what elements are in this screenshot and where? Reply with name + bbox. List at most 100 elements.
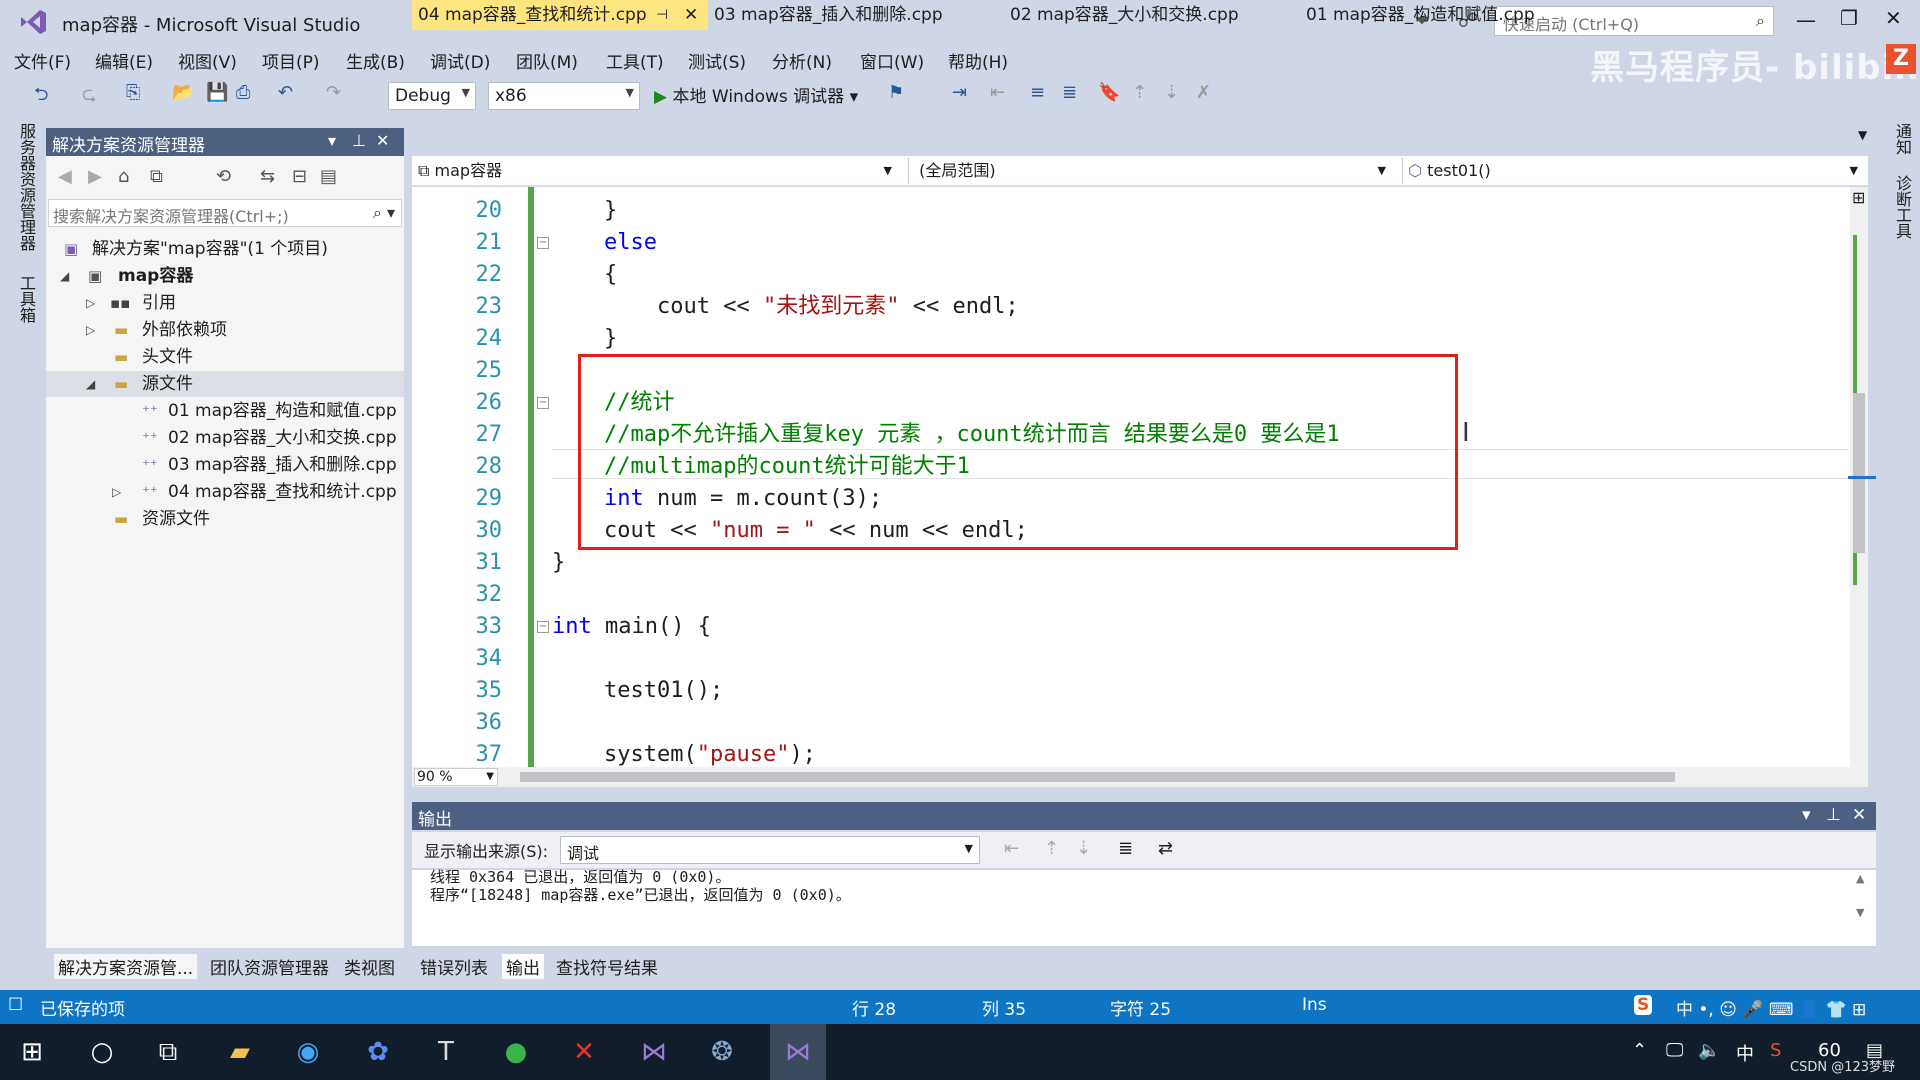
tab-find-symbol[interactable]: 查找符号结果	[556, 954, 658, 979]
home-icon[interactable]: ⌂	[118, 166, 129, 187]
pin-icon[interactable]: ⊣	[656, 0, 668, 30]
tab-team-explorer[interactable]: 团队资源管理器	[210, 954, 329, 979]
tree-item-file[interactable]: ⁺⁺ 01 map容器_构造和赋值.cpp	[46, 398, 404, 424]
solution-search-input[interactable]: 搜索解决方案资源管理器(Ctrl+;) ⌕ ▾	[48, 199, 402, 227]
menu-help[interactable]: 帮助(H)	[948, 48, 1008, 73]
toolbox-tab[interactable]: 工具箱	[14, 275, 38, 323]
close-icon[interactable]: ✕	[684, 0, 698, 30]
clear-all-icon[interactable]: ≣	[1118, 838, 1133, 859]
prev-bookmark-icon[interactable]: ⇡	[1132, 82, 1147, 103]
uncomment-icon[interactable]: ≣	[1062, 82, 1077, 103]
open-file-icon[interactable]: 📂	[172, 82, 194, 103]
close-button[interactable]: ✕	[1885, 6, 1902, 30]
menu-tools[interactable]: 工具(T)	[606, 48, 664, 73]
member-nav-dropdown[interactable]: ⬡ test01() ▼	[1402, 158, 1864, 184]
minimize-button[interactable]: —	[1796, 8, 1816, 32]
menu-analyze[interactable]: 分析(N)	[772, 48, 832, 73]
bookmark-icon[interactable]: 🔖	[1098, 82, 1120, 103]
notifications-tab[interactable]: 通知	[1890, 123, 1914, 155]
switch-views-icon[interactable]: ⧉	[150, 166, 163, 187]
collapse-all-icon[interactable]: ⊟	[292, 166, 307, 187]
tree-item-solution[interactable]: ▣ 解决方案"map容器"(1 个项目)	[46, 236, 404, 262]
save-all-icon[interactable]: ⎙	[236, 82, 250, 103]
menu-team[interactable]: 团队(M)	[516, 48, 578, 73]
fold-toggle-icon[interactable]: −	[537, 621, 549, 633]
start-debugging-button[interactable]: ▶ 本地 Windows 调试器 ▾	[654, 82, 858, 107]
project-nav-dropdown[interactable]: ⧉ map容器 ▼	[418, 158, 898, 184]
collapsed-icon[interactable]: ▷	[86, 290, 95, 316]
app-icon[interactable]: ✿	[360, 1034, 396, 1070]
word-wrap-icon[interactable]: ⇄	[1158, 838, 1173, 859]
scroll-down-icon[interactable]: ▼	[1856, 906, 1864, 919]
ime-mode[interactable]: 中	[1736, 1040, 1754, 1066]
config-dropdown[interactable]: Debug ▼	[388, 82, 476, 110]
close-icon[interactable]: ✕	[1852, 805, 1866, 825]
forward-icon[interactable]: ⮎	[82, 82, 96, 112]
vertical-scroll-thumb[interactable]	[1853, 393, 1865, 553]
visual-studio-icon[interactable]: ⋈	[636, 1034, 672, 1070]
split-icon[interactable]: ⊞	[1852, 188, 1865, 207]
tree-item-file[interactable]: ⁺⁺ 02 map容器_大小和交换.cpp	[46, 425, 404, 451]
search-icon[interactable]: ○	[84, 1034, 120, 1070]
back-icon[interactable]: ◀	[58, 166, 72, 187]
next-bookmark-icon[interactable]: ⇣	[1164, 82, 1179, 103]
dropdown-icon[interactable]: ▾	[1802, 805, 1811, 825]
pin-icon[interactable]: ⊥	[352, 131, 366, 150]
menu-window[interactable]: 窗口(W)	[860, 48, 924, 73]
expanded-icon[interactable]: ◢	[86, 371, 95, 397]
collapsed-icon[interactable]: ▷	[86, 317, 95, 343]
horizontal-scroll-thumb[interactable]	[520, 772, 1675, 782]
step-over-icon[interactable]: ⇤	[990, 82, 1005, 103]
tree-item-project[interactable]: ◢ ▣ map容器	[46, 263, 404, 289]
menu-edit[interactable]: 编辑(E)	[95, 48, 153, 73]
tree-item-sources[interactable]: ◢ ▬ 源文件	[46, 371, 404, 397]
zoom-dropdown[interactable]: 90 % ▼	[414, 768, 498, 786]
tab-file[interactable]: 03 map容器_插入和删除.cpp	[708, 0, 949, 30]
volume-icon[interactable]: 🔈	[1698, 1040, 1720, 1061]
tree-item-file[interactable]: ▷ ⁺⁺ 04 map容器_查找和统计.cpp	[46, 479, 404, 505]
network-icon[interactable]: 🖵	[1666, 1040, 1683, 1061]
tree-item-file[interactable]: ⁺⁺ 03 map容器_插入和删除.cpp	[46, 452, 404, 478]
sync-icon[interactable]: ⇆	[260, 166, 275, 187]
platform-dropdown[interactable]: x86 ▼	[488, 82, 640, 110]
sogou-ime-icon[interactable]: S	[1634, 995, 1653, 1015]
file-explorer-icon[interactable]: ▰	[222, 1034, 258, 1070]
expanded-icon[interactable]: ◢	[60, 263, 69, 289]
tab-class-view[interactable]: 类视图	[344, 954, 395, 979]
tree-item-external[interactable]: ▷ ▬ 外部依赖项	[46, 317, 404, 343]
menu-build[interactable]: 生成(B)	[346, 48, 405, 73]
scroll-up-icon[interactable]: ▲	[1856, 872, 1864, 885]
redo-icon[interactable]: ↷	[326, 82, 341, 103]
dropdown-icon[interactable]: ▾	[328, 131, 336, 150]
tab-overflow-icon[interactable]: ▼	[1858, 128, 1867, 142]
pin-icon[interactable]: ⊥	[1826, 805, 1841, 825]
visual-studio-active-icon[interactable]: ⋈	[780, 1034, 816, 1070]
fold-toggle-icon[interactable]: −	[537, 237, 549, 249]
tab-output[interactable]: 输出	[502, 954, 544, 979]
edge-browser-icon[interactable]: ◉	[290, 1034, 326, 1070]
fold-toggle-icon[interactable]: −	[537, 397, 549, 409]
prev-message-icon[interactable]: ⇡	[1044, 838, 1059, 859]
tree-item-resources[interactable]: ▬ 资源文件	[46, 506, 404, 532]
xmind-icon[interactable]: ✕	[566, 1034, 602, 1070]
tab-solution-explorer[interactable]: 解决方案资源管...	[54, 954, 198, 979]
clear-bookmark-icon[interactable]: ✗	[1196, 82, 1211, 103]
app-icon[interactable]: ❂	[704, 1034, 740, 1070]
back-icon[interactable]: ⮌	[34, 82, 48, 112]
app-green-icon[interactable]: ●	[498, 1034, 534, 1070]
pending-changes-icon[interactable]: ⟲	[216, 166, 231, 187]
new-project-icon[interactable]: ⎘	[126, 82, 140, 103]
find-message-icon[interactable]: ⇤	[1004, 838, 1019, 859]
typora-icon[interactable]: T	[428, 1034, 464, 1070]
tab-active-file[interactable]: 04 map容器_查找和统计.cpp ⊣ ✕	[412, 0, 708, 30]
next-message-icon[interactable]: ⇣	[1076, 838, 1091, 859]
collapsed-icon[interactable]: ▷	[112, 479, 121, 505]
save-icon[interactable]: 💾	[206, 82, 228, 103]
attach-icon[interactable]: ⚑	[888, 82, 904, 103]
close-icon[interactable]: ✕	[376, 131, 389, 150]
sogou-tray-icon[interactable]: S	[1770, 1040, 1781, 1061]
task-view-icon[interactable]: ⧉	[150, 1034, 186, 1070]
server-explorer-tab[interactable]: 服务器资源管理器	[14, 123, 38, 251]
menu-file[interactable]: 文件(F)	[14, 48, 71, 73]
tab-error-list[interactable]: 错误列表	[420, 954, 488, 979]
